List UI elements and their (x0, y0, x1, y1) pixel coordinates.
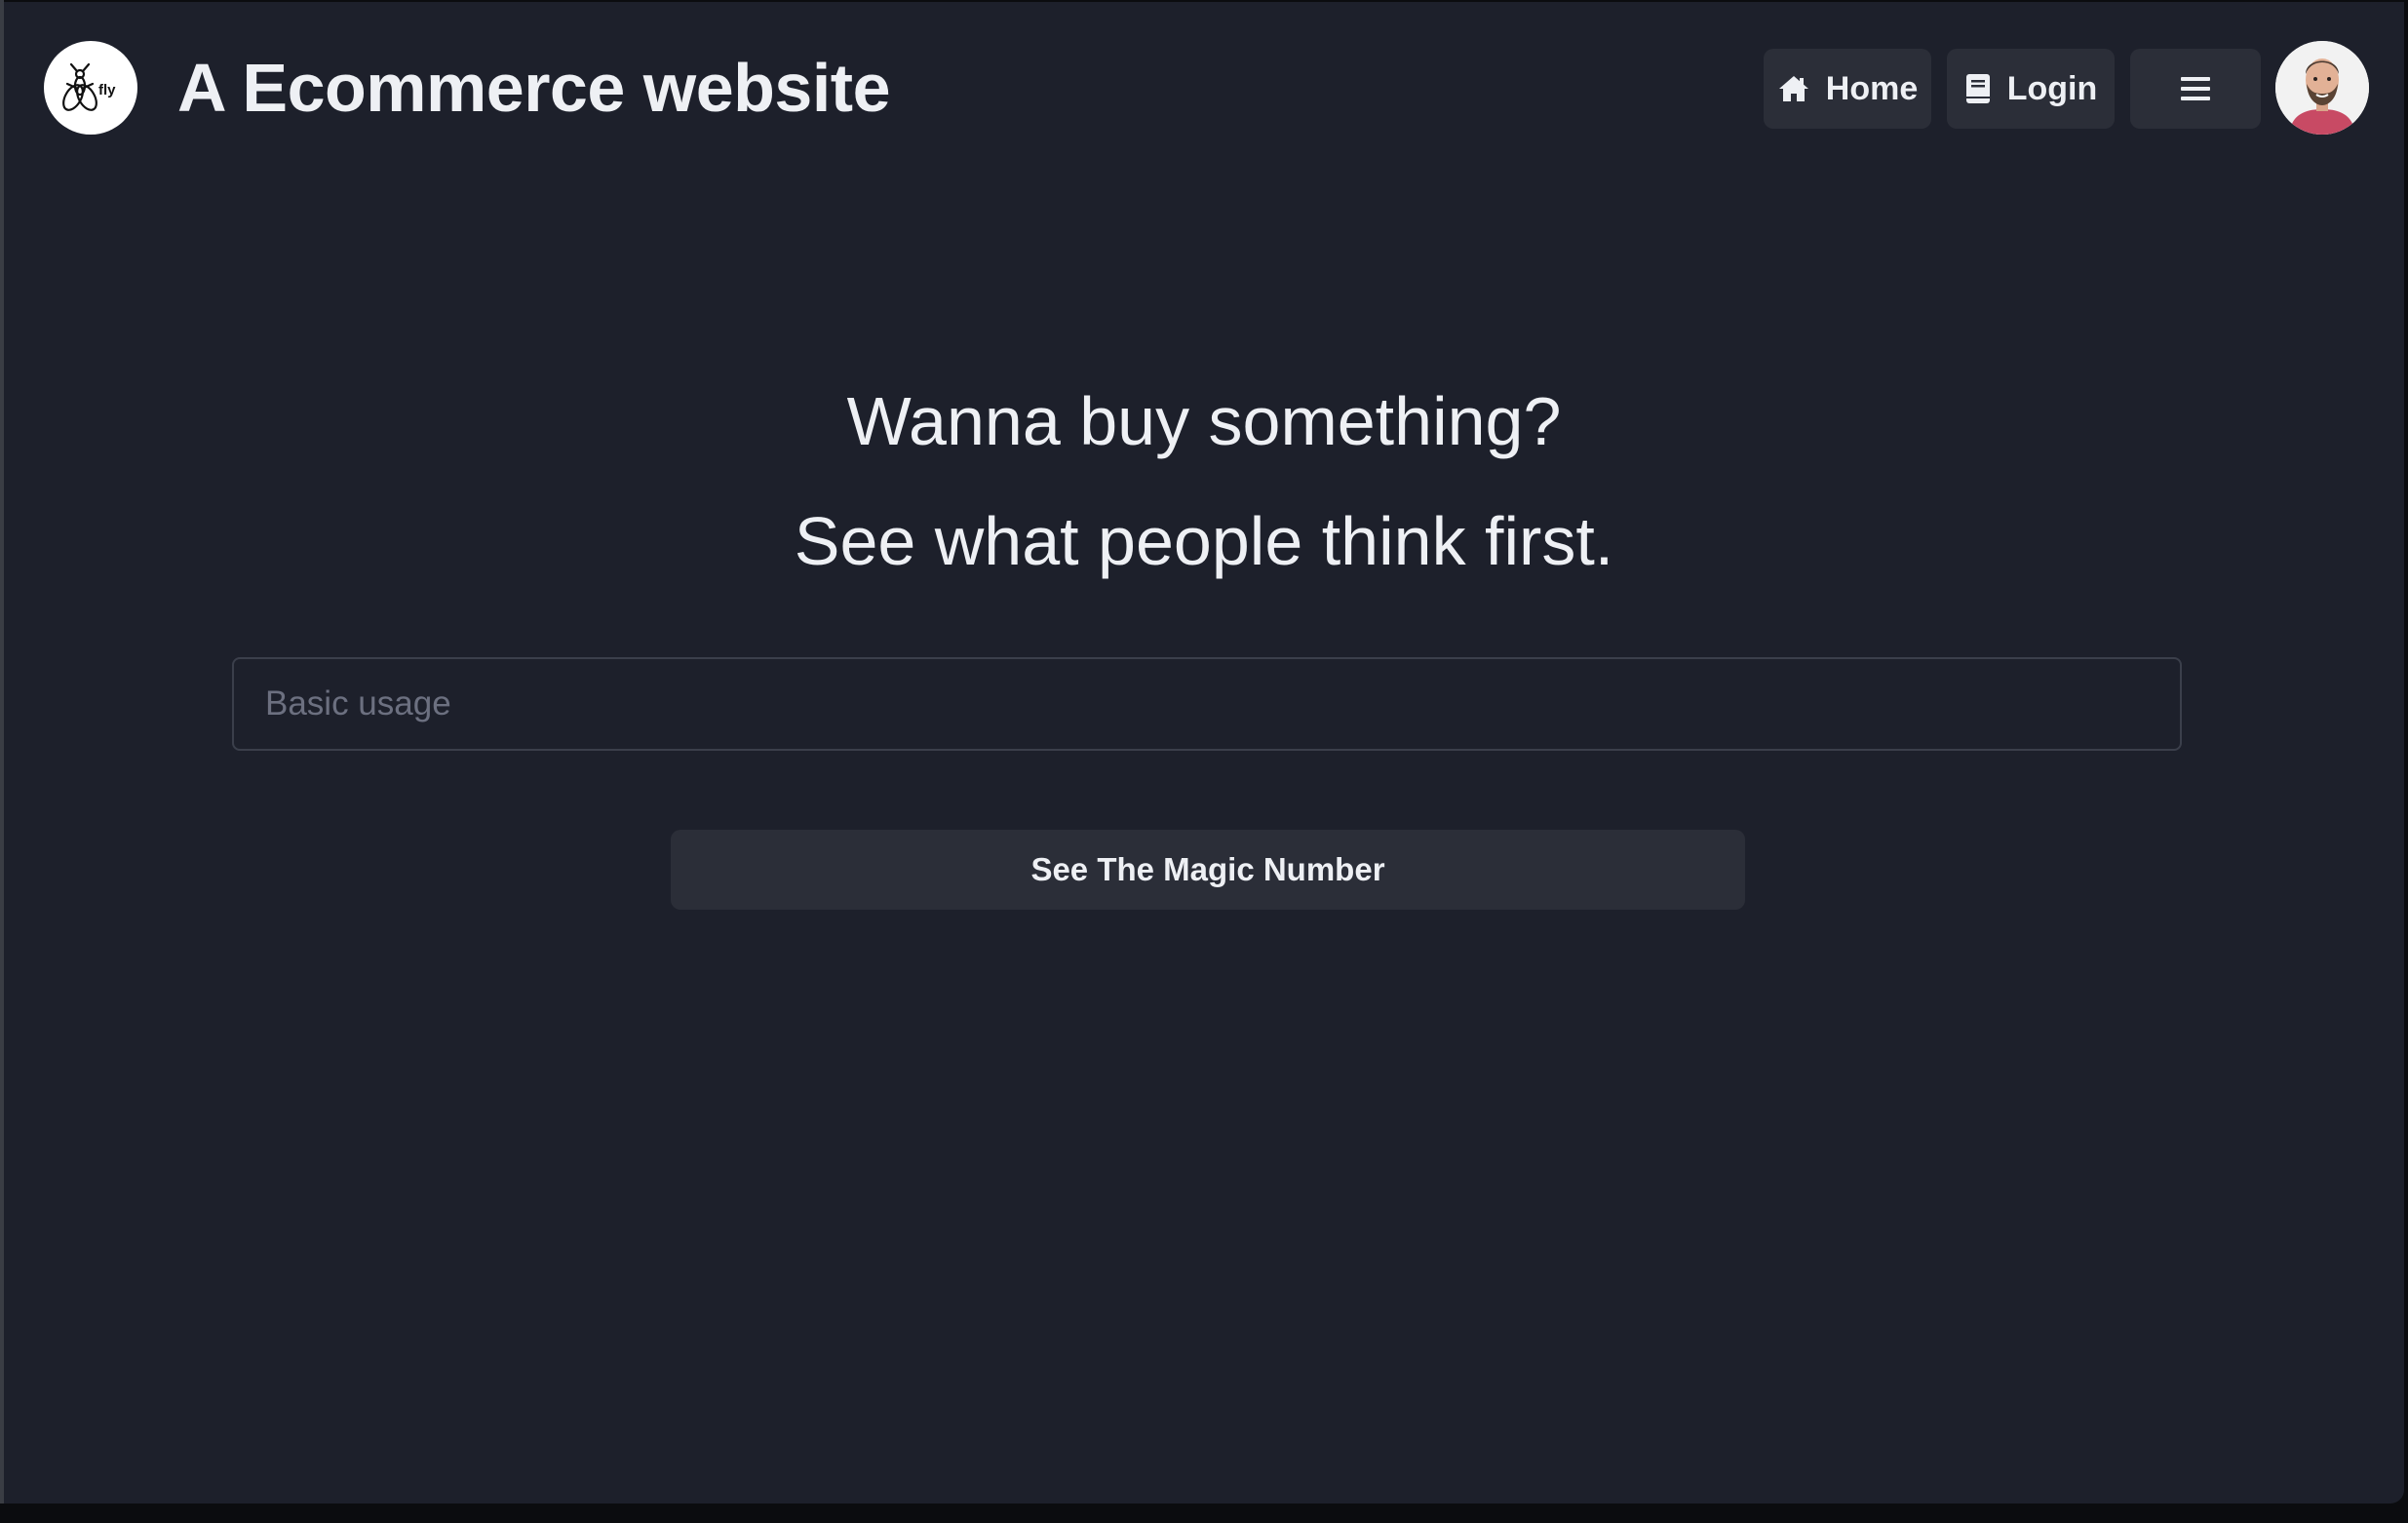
hero-heading: Wanna buy something? (846, 383, 1562, 459)
menu-button[interactable] (2130, 49, 2261, 129)
hamburger-menu-icon (2181, 76, 2210, 101)
fly-logo-icon: fly (62, 62, 116, 111)
avatar-icon (2275, 41, 2369, 135)
home-icon (1777, 74, 1810, 103)
magic-number-button[interactable]: See The Magic Number (671, 830, 1745, 910)
fly-logo[interactable]: fly (44, 41, 137, 135)
home-label: Home (1825, 69, 1919, 107)
hero-subheading: See what people think first. (794, 503, 1614, 579)
search-input[interactable] (232, 657, 2182, 751)
login-button[interactable]: Login (1947, 49, 2115, 129)
book-icon (1964, 73, 1992, 104)
app-window: fly A Ecommerce website Home Login Wanna… (4, 2, 2404, 1503)
site-title: A Ecommerce website (177, 50, 891, 126)
user-avatar[interactable] (2275, 41, 2369, 135)
login-label: Login (2006, 69, 2098, 107)
home-button[interactable]: Home (1764, 49, 1931, 129)
window-bottom-edge (0, 1503, 2408, 1523)
logo-text: fly (98, 82, 116, 98)
